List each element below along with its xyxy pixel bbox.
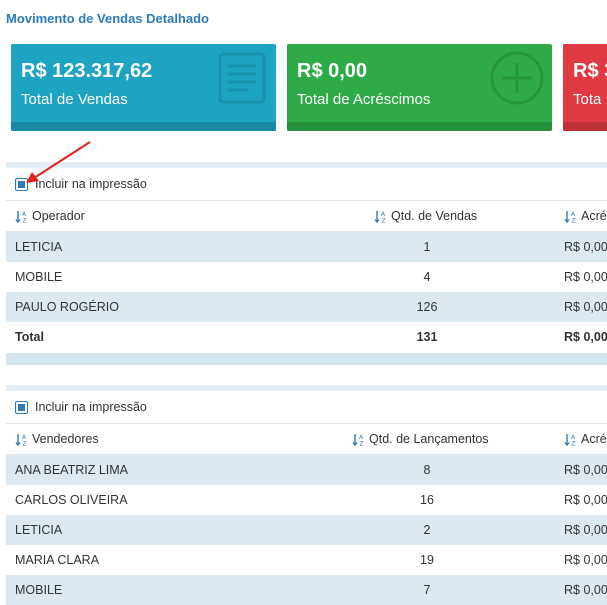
- qty-cell: 7: [423, 583, 431, 597]
- svg-text:Z: Z: [572, 441, 576, 447]
- amount-cell: R$ 0,00: [564, 523, 607, 537]
- operador-cell: LETICIA: [15, 240, 63, 254]
- column-header-qtd-lancamentos[interactable]: A Z Qtd. de Lançamentos: [352, 432, 489, 446]
- card-footer: [11, 122, 276, 131]
- table-header: AZOperador AZQtd. de Vendas AZAcrés: [6, 201, 607, 232]
- plus-circle-icon: [490, 51, 544, 105]
- table-row: LETICIA 1 R$ 0,00: [6, 232, 607, 262]
- annotation-arrow: [26, 141, 91, 183]
- amount-cell: R$ 0,00: [564, 493, 607, 507]
- qty-cell: 4: [423, 270, 431, 284]
- sort-icon: AZ: [15, 434, 27, 447]
- card-footer: [287, 122, 552, 131]
- amount-cell: R$ 0,00: [564, 553, 607, 567]
- total-amount: R$ 0,00: [564, 330, 607, 344]
- qty-cell: 8: [423, 463, 431, 477]
- svg-text:Z: Z: [572, 218, 576, 224]
- total-vendas-card: R$ 123.317,62 Total de Vendas: [11, 44, 276, 131]
- third-card-label: Tota: [573, 91, 602, 108]
- total-acrescimos-value: R$ 0,00: [297, 60, 368, 82]
- operador-cell: PAULO ROGÉRIO: [15, 300, 119, 314]
- vendedor-cell: CARLOS OLIVEIRA: [15, 493, 128, 507]
- amount-cell: R$ 0,00: [564, 240, 607, 254]
- sort-icon: AZ: [564, 211, 576, 224]
- svg-text:Z: Z: [23, 441, 27, 447]
- sort-icon: AZ: [352, 434, 364, 447]
- card-footer: [563, 122, 607, 131]
- table-row: MARIA CLARA 19 R$ 0,00: [6, 545, 607, 575]
- amount-cell: R$ 0,00: [564, 463, 607, 477]
- document-icon: [218, 52, 266, 104]
- sort-icon: AZ: [564, 434, 576, 447]
- column-header-acrescimos[interactable]: AZAcrés: [564, 209, 607, 223]
- include-in-print-label: Incluir na impressão: [35, 400, 147, 414]
- table-header: A Z Vendedores A Z Qtd. de Lançamentos A Z Acr…: [6, 424, 607, 455]
- table-row: MOBILE 7 R$ 0,00: [6, 575, 607, 605]
- svg-text:Z: Z: [360, 441, 364, 447]
- sort-icon: AZ: [374, 211, 386, 224]
- qty-cell: 1: [423, 240, 431, 254]
- include-in-print-row: Incluir na impressão: [6, 391, 607, 424]
- amount-cell: R$ 0,00: [564, 300, 607, 314]
- table-row: CARLOS OLIVEIRA 16 R$ 0,00: [6, 485, 607, 515]
- table-row: ANA BEATRIZ LIMA 8 R$ 0,00: [6, 455, 607, 485]
- total-vendas-label: Total de Vendas: [21, 91, 128, 108]
- qty-cell: 16: [420, 493, 434, 507]
- page-title: Movimento de Vendas Detalhado: [6, 11, 209, 26]
- amount-cell: R$ 0,00: [564, 583, 607, 597]
- include-in-print-checkbox[interactable]: [15, 401, 28, 414]
- table-row: MOBILE 4 R$ 0,00: [6, 262, 607, 292]
- vendedor-cell: MOBILE: [15, 583, 63, 597]
- svg-text:Z: Z: [382, 218, 386, 224]
- third-card-value: R$ 3: [573, 60, 607, 82]
- qty-cell: 126: [416, 300, 438, 314]
- amount-cell: R$ 0,00: [564, 270, 607, 284]
- total-label: Total: [15, 330, 44, 344]
- total-acrescimos-card: R$ 0,00 Total de Acréscimos: [287, 44, 552, 131]
- column-header-operador[interactable]: A Z Operador: [15, 209, 85, 223]
- vendedor-cell: LETICIA: [15, 523, 63, 537]
- sort-icon: AZ: [15, 211, 27, 224]
- total-vendas-value: R$ 123.317,62: [21, 60, 153, 82]
- column-header-vendedores[interactable]: A Z Vendedores: [15, 432, 99, 446]
- operador-cell: MOBILE: [15, 270, 63, 284]
- table-total-row: Total 131 R$ 0,00: [6, 322, 607, 352]
- qty-cell: 2: [423, 523, 431, 537]
- column-header-acrescimos[interactable]: AZAcrés: [564, 432, 607, 446]
- table-row: PAULO ROGÉRIO 126 R$ 0,00: [6, 292, 607, 322]
- operador-table-panel: Incluir na impressão A Z Operador A Z Qtd. d…: [6, 162, 607, 352]
- third-summary-card: R$ 3 Tota: [563, 44, 607, 131]
- total-acrescimos-label: Total de Acréscimos: [297, 91, 431, 108]
- vendedores-table-panel: Incluir na impressão A Z Vendedores A Z Qtd.…: [6, 385, 607, 605]
- table-row: LETICIA 2 R$ 0,00: [6, 515, 607, 545]
- vendedor-cell: ANA BEATRIZ LIMA: [15, 463, 128, 477]
- qty-cell: 19: [420, 553, 434, 567]
- include-in-print-row: Incluir na impressão: [6, 168, 607, 201]
- total-qty: 131: [416, 330, 438, 344]
- panel-footer: [6, 353, 607, 365]
- vendedor-cell: MARIA CLARA: [15, 553, 100, 567]
- svg-text:Z: Z: [23, 218, 27, 224]
- column-header-qtd-vendas[interactable]: A Z Qtd. de Vendas: [374, 209, 477, 223]
